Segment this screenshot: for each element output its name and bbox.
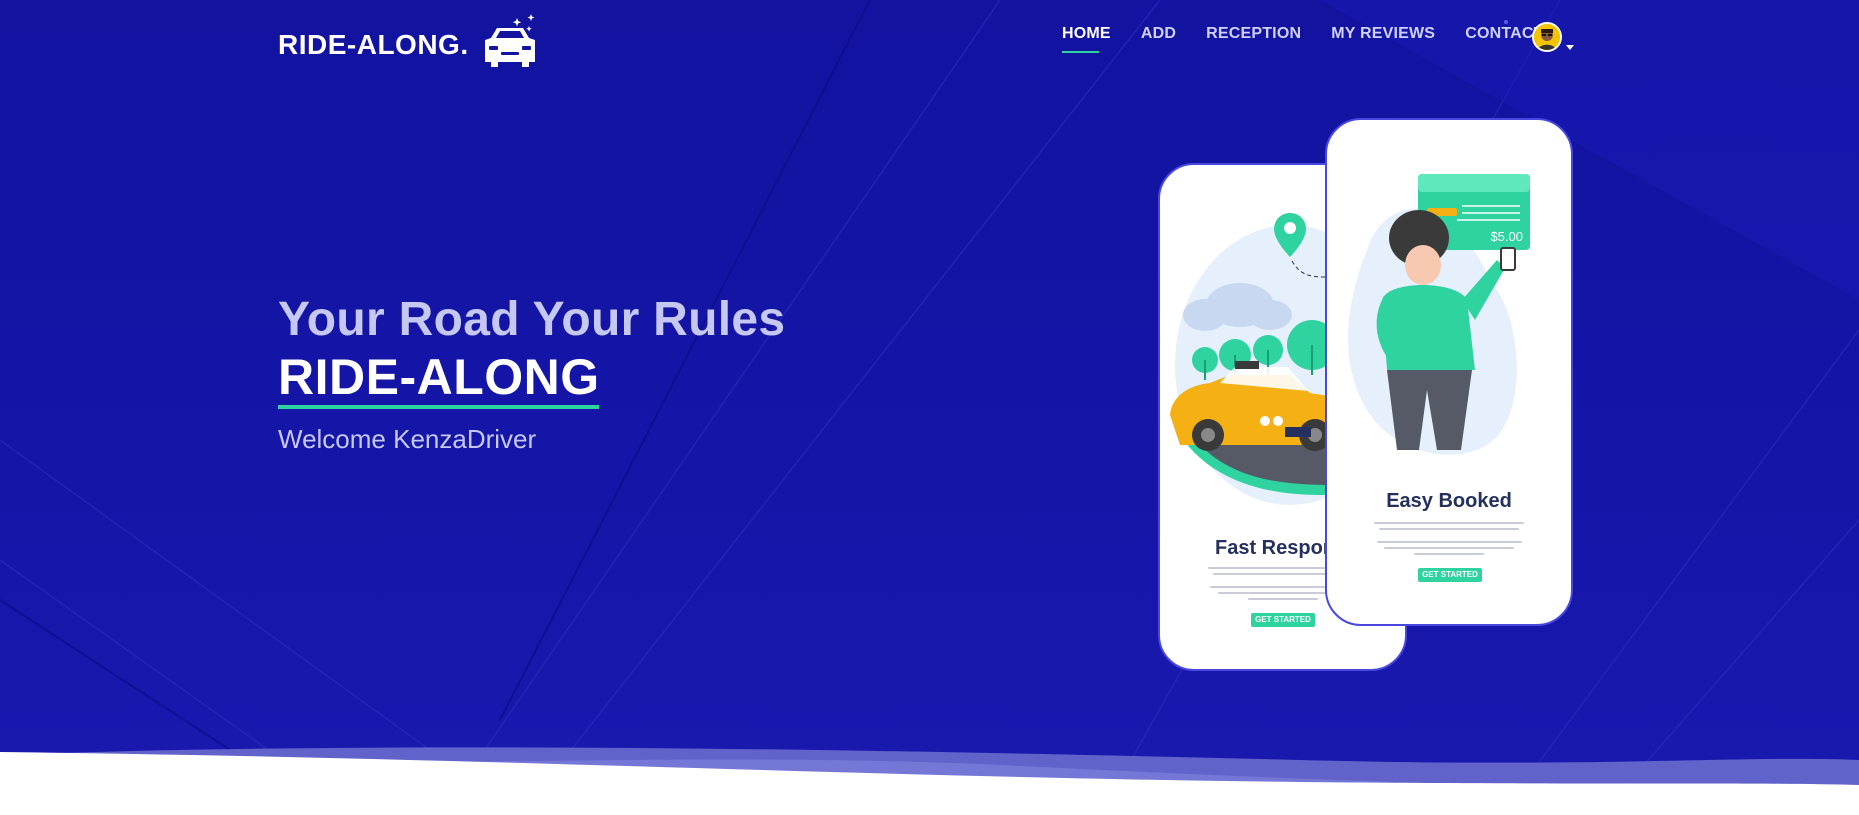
hero-brand-title: RIDE-ALONG bbox=[278, 349, 600, 405]
brand-name: RIDE-ALONG. bbox=[278, 29, 469, 60]
get-started-button[interactable]: GET STARTED bbox=[1418, 568, 1482, 582]
receipt-price: $5.00 bbox=[1490, 229, 1523, 244]
nav-my-reviews[interactable]: MY REVIEWS bbox=[1331, 25, 1435, 43]
card-description bbox=[1327, 522, 1571, 559]
nav-home[interactable]: HOME bbox=[1062, 25, 1111, 53]
welcome-message: Welcome KenzaDriver bbox=[278, 424, 537, 454]
hero-title-underline bbox=[278, 405, 599, 409]
avatar-dropdown-caret-icon[interactable] bbox=[1566, 45, 1574, 50]
nav-add[interactable]: ADD bbox=[1141, 25, 1176, 43]
brand-logo[interactable]: RIDE-ALONG. bbox=[278, 14, 543, 72]
main-nav: HOME ADD RECEPTION MY REVIEWS CONTACT bbox=[1062, 25, 1574, 53]
feature-card-easy-booked: $5.00 Easy Booked GET STARTED bbox=[1325, 118, 1573, 626]
bottom-wave bbox=[0, 747, 1859, 815]
car-icon bbox=[484, 14, 535, 67]
avatar-face-icon bbox=[1534, 24, 1560, 50]
get-started-button[interactable]: GET STARTED bbox=[1251, 613, 1315, 627]
card-title: Easy Booked bbox=[1386, 490, 1512, 512]
notification-dot bbox=[1504, 20, 1508, 24]
hero-headline: Your Road Your Rules bbox=[278, 293, 786, 346]
nav-reception[interactable]: RECEPTION bbox=[1206, 25, 1301, 43]
person-phone-illustration: $5.00 bbox=[1348, 174, 1530, 455]
user-avatar-icon[interactable] bbox=[1532, 22, 1562, 52]
